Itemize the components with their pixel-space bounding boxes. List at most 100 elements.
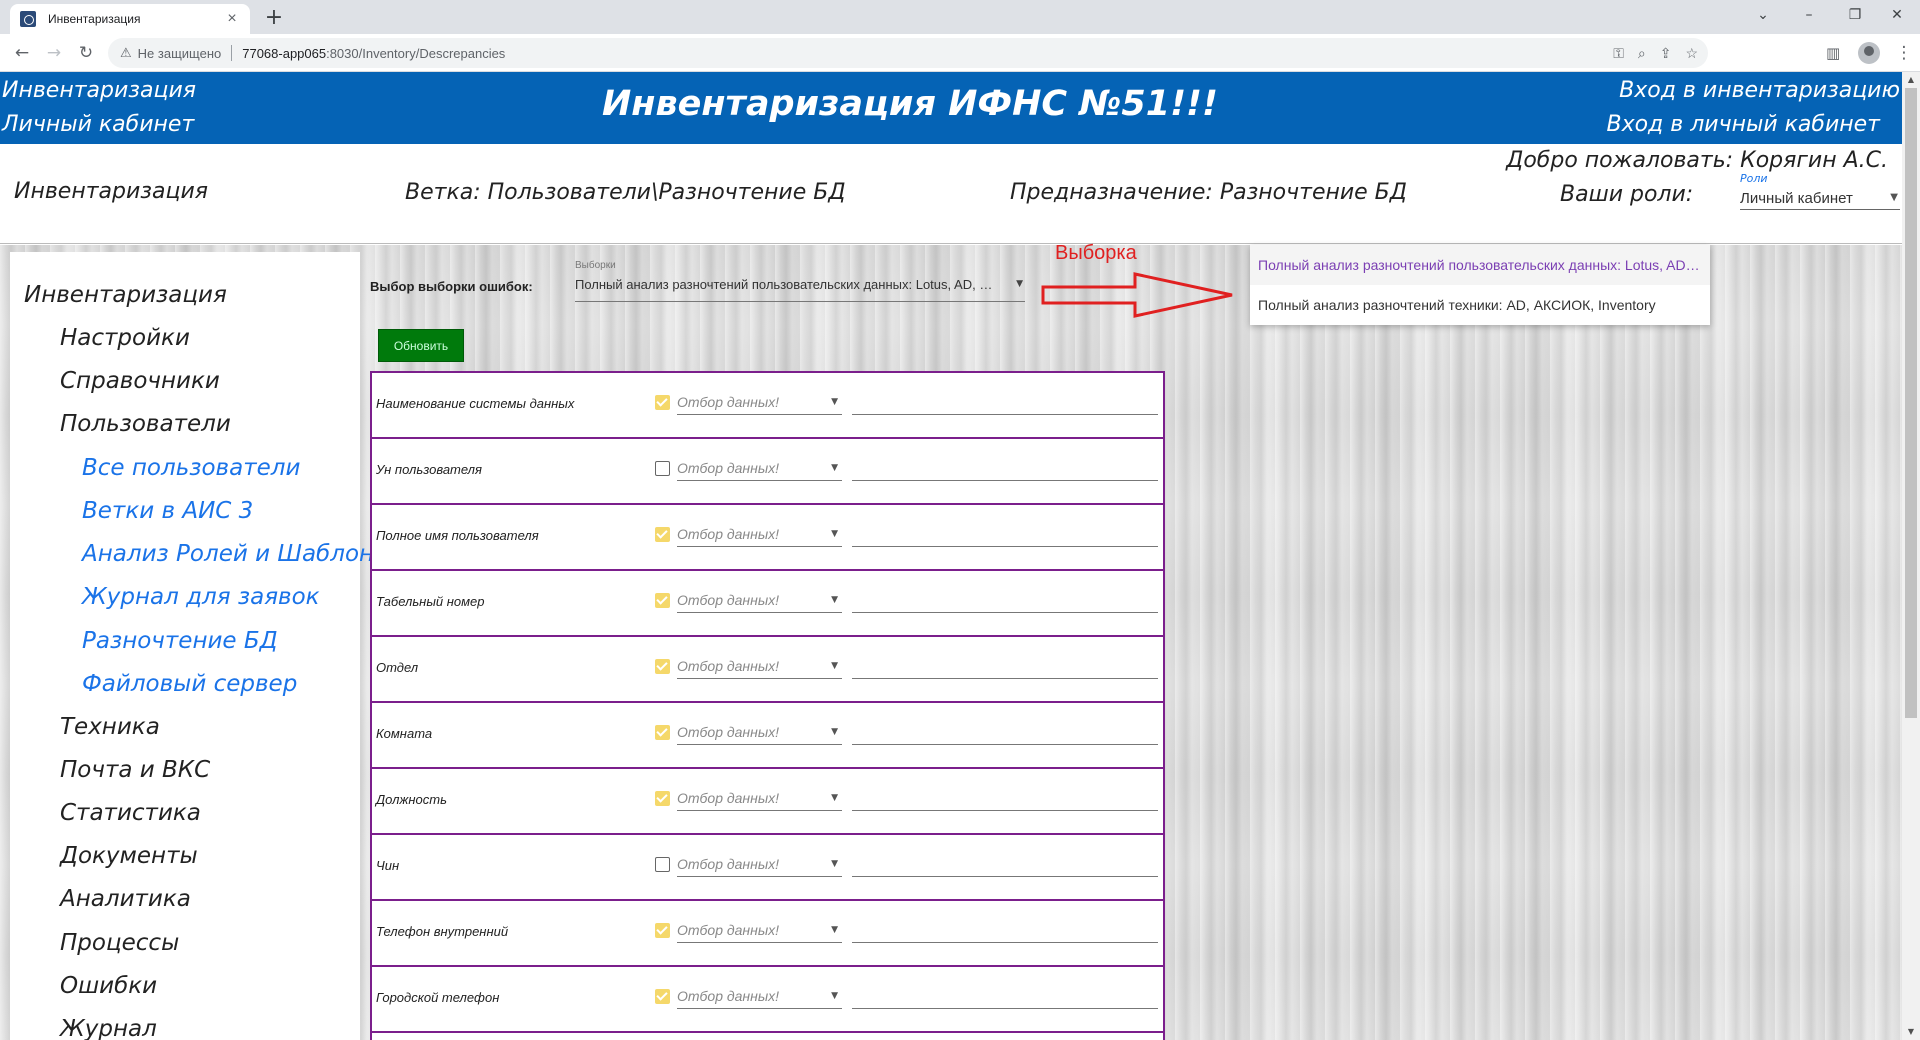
sidebar-item-settings[interactable]: Настройки: [60, 325, 190, 351]
sidebar-item-hardware[interactable]: Техника: [60, 714, 160, 740]
filter-value-input[interactable]: [852, 919, 1158, 943]
filter-value-input[interactable]: [852, 457, 1158, 481]
sidebar-item-roles-analysis[interactable]: Анализ Ролей и Шаблонов: [82, 541, 402, 567]
chevron-down-icon: ▼: [831, 661, 838, 671]
filter-value-input[interactable]: [852, 721, 1158, 745]
sidebar-item-users[interactable]: Пользователи: [60, 411, 231, 437]
bookmark-star-icon[interactable]: ☆: [1685, 45, 1698, 62]
field-checkbox[interactable]: [655, 989, 670, 1004]
filter-value-input[interactable]: [852, 985, 1158, 1009]
filter-select[interactable]: Отбор данных! ▼: [677, 589, 842, 613]
field-checkbox[interactable]: [655, 593, 670, 608]
chevron-down-icon: ▼: [1016, 279, 1023, 289]
dropdown-option-users[interactable]: Полный анализ разночтений пользовательск…: [1250, 245, 1710, 285]
share-icon[interactable]: ⇪: [1660, 45, 1672, 62]
field-checkbox[interactable]: [655, 857, 670, 872]
sidebar-item-directories[interactable]: Справочники: [60, 368, 220, 394]
filter-select[interactable]: Отбор данных! ▼: [677, 391, 842, 415]
scroll-up-icon[interactable]: ▲: [1902, 72, 1920, 88]
sidebar-item-branches[interactable]: Ветки в АИС 3: [82, 498, 253, 524]
reload-icon[interactable]: ↻: [74, 41, 98, 65]
restore-icon[interactable]: ❐: [1832, 0, 1878, 30]
field-checkbox[interactable]: [655, 659, 670, 674]
filter-value-input[interactable]: [852, 589, 1158, 613]
table-row: Отдел Отбор данных! ▼: [372, 637, 1163, 703]
side-panel-icon[interactable]: ▥: [1826, 44, 1840, 62]
filter-select[interactable]: Отбор данных! ▼: [677, 721, 842, 745]
filter-placeholder: Отбор данных!: [677, 790, 780, 806]
scroll-down-icon[interactable]: ▼: [1902, 1024, 1920, 1040]
field-checkbox[interactable]: [655, 923, 670, 938]
site-favicon-icon: [20, 11, 36, 27]
filter-select[interactable]: Отбор данных! ▼: [677, 853, 842, 877]
sidebar-item-analytics[interactable]: Аналитика: [60, 886, 191, 912]
sidebar-item-inventory[interactable]: Инвентаризация: [24, 282, 227, 308]
sidebar-nav: Инвентаризация Настройки Справочники Пол…: [10, 252, 402, 1040]
sidebar-item-file-server[interactable]: Файловый сервер: [82, 671, 297, 697]
refresh-button[interactable]: Обновить: [378, 329, 464, 362]
scrollbar-thumb[interactable]: [1905, 88, 1917, 718]
profile-avatar-icon[interactable]: [1858, 42, 1881, 64]
sidebar-item-all-users[interactable]: Все пользователи: [82, 455, 300, 481]
filter-select[interactable]: Отбор данных! ▼: [677, 523, 842, 547]
sidebar-item-journal[interactable]: Журнал: [60, 1016, 157, 1040]
filter-value-input[interactable]: [852, 523, 1158, 547]
sidebar-item-requests-journal[interactable]: Журнал для заявок: [82, 584, 320, 610]
annotation-label: Выборка: [1055, 242, 1137, 264]
address-bar[interactable]: ⚠ Не защищено 77068-app065 :8030/Invento…: [108, 38, 1708, 68]
table-row: Должность Отбор данных! ▼: [372, 769, 1163, 835]
roles-select-label: Роли: [1740, 172, 1768, 185]
table-row: Чин Отбор данных! ▼: [372, 835, 1163, 901]
sidebar-item-mail[interactable]: Почта и ВКС: [60, 757, 210, 783]
sidebar-item-errors[interactable]: Ошибки: [60, 973, 157, 999]
forward-icon[interactable]: →: [42, 41, 66, 65]
url-host: 77068-app065: [242, 45, 327, 61]
field-checkbox[interactable]: [655, 527, 670, 542]
zoom-icon[interactable]: ⌕: [1638, 45, 1646, 62]
filter-placeholder: Отбор данных!: [677, 526, 780, 542]
dropdown-option-hardware[interactable]: Полный анализ разночтений техники: AD, А…: [1250, 285, 1710, 325]
field-name: Отдел: [376, 660, 419, 675]
browser-toolbar: ← → ↻ ⚠ Не защищено 77068-app065 :8030/I…: [0, 34, 1920, 72]
filter-value-input[interactable]: [852, 391, 1158, 415]
login-inventory-link[interactable]: Вход в инвентаризацию: [1619, 78, 1900, 103]
table-row: Полное имя пользователя Отбор данных! ▼: [372, 505, 1163, 571]
sidebar-item-db-discrepancy[interactable]: Разночтение БД: [82, 628, 278, 654]
filter-select[interactable]: Отбор данных! ▼: [677, 985, 842, 1009]
filter-select[interactable]: Отбор данных! ▼: [677, 655, 842, 679]
field-checkbox[interactable]: [655, 725, 670, 740]
filter-value-input[interactable]: [852, 787, 1158, 811]
browser-tab[interactable]: Инвентаризация ×: [10, 4, 250, 34]
field-name: Табельный номер: [376, 594, 485, 609]
minimize-icon[interactable]: –: [1786, 0, 1832, 30]
field-checkbox[interactable]: [655, 791, 670, 806]
filter-select[interactable]: Отбор данных! ▼: [677, 919, 842, 943]
login-cabinet-link[interactable]: Вход в личный кабинет: [1606, 112, 1880, 137]
key-icon[interactable]: ⚿: [1613, 45, 1624, 62]
sidebar-item-processes[interactable]: Процессы: [60, 930, 179, 956]
url-path: :8030/Inventory/Descrepancies: [326, 45, 506, 61]
field-checkbox[interactable]: [655, 461, 670, 476]
field-checkbox[interactable]: [655, 395, 670, 410]
filter-select[interactable]: Отбор данных! ▼: [677, 787, 842, 811]
sidebar-item-documents[interactable]: Документы: [60, 843, 198, 869]
samples-select[interactable]: Выборки Полный анализ разночтений пользо…: [575, 260, 1025, 302]
filter-placeholder: Отбор данных!: [677, 394, 780, 410]
filter-value-input[interactable]: [852, 853, 1158, 877]
window-close-icon[interactable]: ✕: [1874, 0, 1920, 30]
tab-search-icon[interactable]: ⌄: [1740, 0, 1786, 30]
roles-select[interactable]: Роли Личный кабинет ▼: [1740, 172, 1900, 210]
samples-dropdown-menu: Полный анализ разночтений пользовательск…: [1250, 245, 1710, 325]
new-tab-icon[interactable]: +: [262, 5, 286, 30]
sidebar-item-statistics[interactable]: Статистика: [60, 800, 201, 826]
profile-area: ▥: [1826, 41, 1881, 65]
filter-select[interactable]: Отбор данных! ▼: [677, 457, 842, 481]
address-bar-actions: ⚿ ⌕ ⇪ ☆: [1613, 38, 1708, 68]
menu-kebab-icon[interactable]: ⋮: [1892, 41, 1916, 65]
browser-tab-bar: Инвентаризация × + ⌄ – ❐ ✕: [0, 0, 1920, 34]
close-tab-icon[interactable]: ×: [224, 10, 240, 28]
back-icon[interactable]: ←: [10, 41, 34, 65]
table-row: Телефон внутренний Отбор данных! ▼: [372, 901, 1163, 967]
filter-value-input[interactable]: [852, 655, 1158, 679]
page-scrollbar[interactable]: ▲ ▼: [1902, 72, 1920, 1040]
